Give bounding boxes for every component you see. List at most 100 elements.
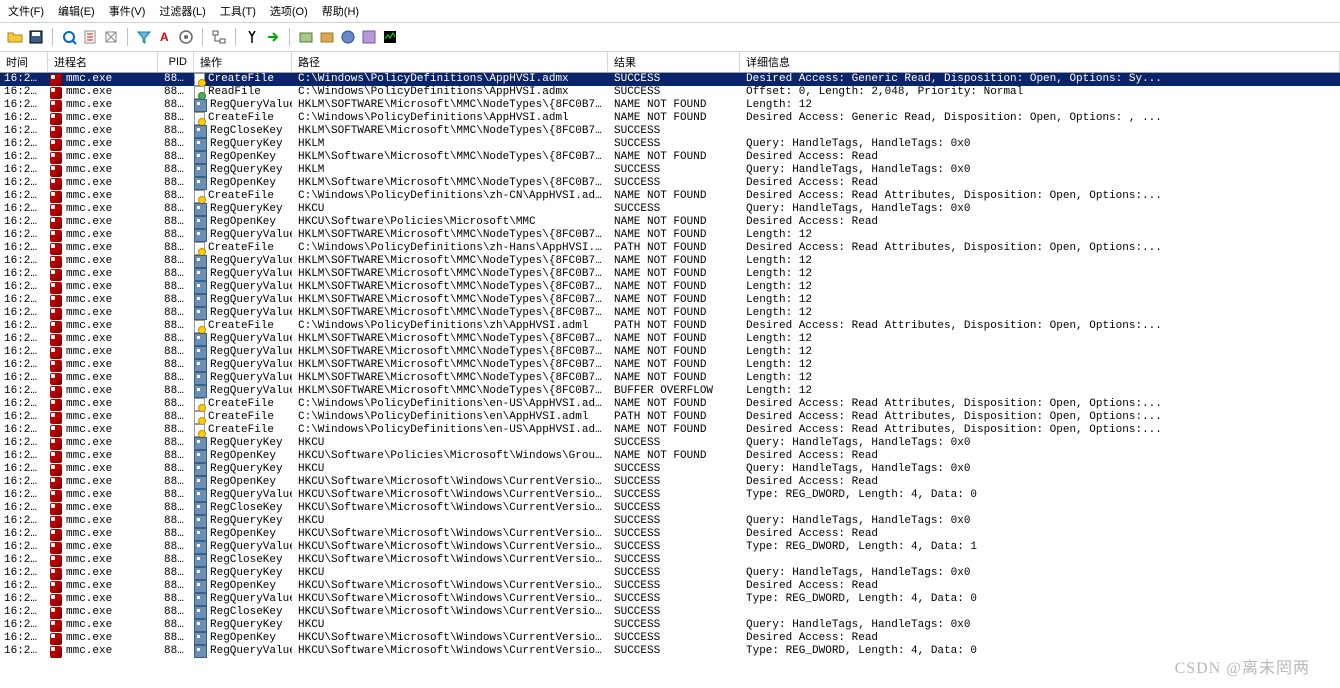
- cell-path: HKCU: [292, 437, 608, 450]
- header-operation[interactable]: 操作: [194, 52, 292, 72]
- table-row[interactable]: 16:2...mmc.exe8852RegOpenKeyHKCU\Softwar…: [0, 476, 1340, 489]
- cell-process: mmc.exe: [48, 567, 158, 580]
- open-icon[interactable]: [6, 28, 24, 46]
- table-row[interactable]: 16:2...mmc.exe8852CreateFileC:\Windows\P…: [0, 424, 1340, 437]
- table-row[interactable]: 16:2...mmc.exe8852RegQueryValueHKCU\Soft…: [0, 541, 1340, 554]
- cell-path: C:\Windows\PolicyDefinitions\zh-CN\AppHV…: [292, 190, 608, 203]
- save-icon[interactable]: [27, 28, 45, 46]
- table-row[interactable]: 16:2...mmc.exe8852RegQueryValueHKLM\SOFT…: [0, 372, 1340, 385]
- profiling-icon[interactable]: [381, 28, 399, 46]
- table-row[interactable]: 16:2...mmc.exe8852RegQueryValueHKLM\SOFT…: [0, 307, 1340, 320]
- header-pid[interactable]: PID: [158, 52, 194, 72]
- cell-result: NAME NOT FOUND: [608, 99, 740, 112]
- clear-icon[interactable]: [102, 28, 120, 46]
- table-row[interactable]: 16:2...mmc.exe8852RegQueryValueHKLM\SOFT…: [0, 229, 1340, 242]
- highlight-icon[interactable]: A: [156, 28, 174, 46]
- menu-file[interactable]: 文件(F): [8, 3, 44, 19]
- header-detail[interactable]: 详细信息: [740, 52, 1340, 72]
- table-row[interactable]: 16:2...mmc.exe8852RegQueryValueHKCU\Soft…: [0, 593, 1340, 606]
- table-row[interactable]: 16:2...mmc.exe8852RegQueryKeyHKCUSUCCESS…: [0, 437, 1340, 450]
- table-row[interactable]: 16:2...mmc.exe8852RegQueryValueHKCU\Soft…: [0, 489, 1340, 502]
- table-row[interactable]: 16:2...mmc.exe8852RegCloseKeyHKCU\Softwa…: [0, 502, 1340, 515]
- table-row[interactable]: 16:2...mmc.exe8852RegQueryValueHKLM\SOFT…: [0, 99, 1340, 112]
- table-row[interactable]: 16:2...mmc.exe8852RegCloseKeyHKCU\Softwa…: [0, 606, 1340, 619]
- table-row[interactable]: 16:2...mmc.exe8852RegQueryKeyHKCUSUCCESS…: [0, 515, 1340, 528]
- cell-process: mmc.exe: [48, 242, 158, 255]
- table-row[interactable]: 16:2...mmc.exe8852RegQueryKeyHKLMSUCCESS…: [0, 138, 1340, 151]
- filter-icon[interactable]: [135, 28, 153, 46]
- table-row[interactable]: 16:2...mmc.exe8852RegQueryKeyHKCUSUCCESS…: [0, 203, 1340, 216]
- table-row[interactable]: 16:2...mmc.exe8852RegQueryValueHKLM\SOFT…: [0, 268, 1340, 281]
- table-row[interactable]: 16:2...mmc.exe8852CreateFileC:\Windows\P…: [0, 242, 1340, 255]
- table-row[interactable]: 16:2...mmc.exe8852CreateFileC:\Windows\P…: [0, 411, 1340, 424]
- header-path[interactable]: 路径: [292, 52, 608, 72]
- process-tree-icon[interactable]: [210, 28, 228, 46]
- file-icon: [194, 73, 205, 86]
- find-icon[interactable]: [243, 28, 261, 46]
- header-result[interactable]: 结果: [608, 52, 740, 72]
- table-row[interactable]: 16:2...mmc.exe8852RegOpenKeyHKCU\Softwar…: [0, 450, 1340, 463]
- cell-detail: Query: HandleTags, HandleTags: 0x0: [740, 567, 1340, 580]
- menu-tools[interactable]: 工具(T): [220, 3, 256, 19]
- include-icon[interactable]: [177, 28, 195, 46]
- process-icon: [50, 490, 62, 502]
- table-row[interactable]: 16:2...mmc.exe8852RegOpenKeyHKLM\Softwar…: [0, 151, 1340, 164]
- cell-operation: RegQueryValue: [194, 255, 292, 268]
- cell-process: mmc.exe: [48, 593, 158, 606]
- table-row[interactable]: 16:2...mmc.exe8852RegQueryValueHKLM\SOFT…: [0, 333, 1340, 346]
- header-process[interactable]: 进程名: [48, 52, 158, 72]
- file-icon: [194, 424, 205, 437]
- event-list[interactable]: 16:2...mmc.exe8852CreateFileC:\Windows\P…: [0, 73, 1340, 688]
- table-row[interactable]: 16:2...mmc.exe8852RegQueryValueHKLM\SOFT…: [0, 346, 1340, 359]
- table-row[interactable]: 16:2...mmc.exe8852RegQueryValueHKLM\SOFT…: [0, 385, 1340, 398]
- cell-detail: Desired Access: Read: [740, 151, 1340, 164]
- table-row[interactable]: 16:2...mmc.exe8852RegOpenKeyHKCU\Softwar…: [0, 580, 1340, 593]
- table-row[interactable]: 16:2...mmc.exe8852RegQueryKeyHKCUSUCCESS…: [0, 463, 1340, 476]
- registry-icon: [194, 645, 207, 658]
- table-row[interactable]: 16:2...mmc.exe8852RegQueryValueHKLM\SOFT…: [0, 359, 1340, 372]
- table-row[interactable]: 16:2...mmc.exe8852RegQueryKeyHKCUSUCCESS…: [0, 567, 1340, 580]
- table-row[interactable]: 16:2...mmc.exe8852RegOpenKeyHKCU\Softwar…: [0, 632, 1340, 645]
- table-row[interactable]: 16:2...mmc.exe8852ReadFileC:\Windows\Pol…: [0, 86, 1340, 99]
- cell-operation: RegCloseKey: [194, 606, 292, 619]
- cell-pid: 8852: [158, 333, 194, 346]
- filesystem-activity-icon[interactable]: [318, 28, 336, 46]
- header-time[interactable]: 时间: [0, 52, 48, 72]
- table-row[interactable]: 16:2...mmc.exe8852CreateFileC:\Windows\P…: [0, 190, 1340, 203]
- network-activity-icon[interactable]: [339, 28, 357, 46]
- registry-icon: [194, 567, 207, 580]
- process-icon: [50, 399, 62, 411]
- registry-activity-icon[interactable]: [297, 28, 315, 46]
- process-activity-icon[interactable]: [360, 28, 378, 46]
- cell-result: SUCCESS: [608, 437, 740, 450]
- table-row[interactable]: 16:2...mmc.exe8852RegQueryValueHKLM\SOFT…: [0, 281, 1340, 294]
- table-row[interactable]: 16:2...mmc.exe8852RegOpenKeyHKCU\Softwar…: [0, 528, 1340, 541]
- menu-help[interactable]: 帮助(H): [322, 3, 359, 19]
- table-row[interactable]: 16:2...mmc.exe8852RegQueryValueHKLM\SOFT…: [0, 255, 1340, 268]
- process-icon: [50, 269, 62, 281]
- jump-icon[interactable]: [264, 28, 282, 46]
- process-icon: [50, 126, 62, 138]
- table-row[interactable]: 16:2...mmc.exe8852CreateFileC:\Windows\P…: [0, 398, 1340, 411]
- menu-filter[interactable]: 过滤器(L): [159, 3, 205, 19]
- cell-operation: RegQueryKey: [194, 619, 292, 632]
- table-row[interactable]: 16:2...mmc.exe8852CreateFileC:\Windows\P…: [0, 73, 1340, 86]
- table-row[interactable]: 16:2...mmc.exe8852RegQueryKeyHKCUSUCCESS…: [0, 619, 1340, 632]
- table-row[interactable]: 16:2...mmc.exe8852RegQueryValueHKLM\SOFT…: [0, 294, 1340, 307]
- table-row[interactable]: 16:2...mmc.exe8852RegQueryKeyHKLMSUCCESS…: [0, 164, 1340, 177]
- table-row[interactable]: 16:2...mmc.exe8852CreateFileC:\Windows\P…: [0, 320, 1340, 333]
- cell-process: mmc.exe: [48, 489, 158, 502]
- table-row[interactable]: 16:2...mmc.exe8852RegCloseKeyHKLM\SOFTWA…: [0, 125, 1340, 138]
- table-row[interactable]: 16:2...mmc.exe8852RegCloseKeyHKCU\Softwa…: [0, 554, 1340, 567]
- menu-edit[interactable]: 编辑(E): [58, 3, 95, 19]
- table-row[interactable]: 16:2...mmc.exe8852RegOpenKeyHKCU\Softwar…: [0, 216, 1340, 229]
- cell-path: C:\Windows\PolicyDefinitions\AppHVSI.adm…: [292, 112, 608, 125]
- table-row[interactable]: 16:2...mmc.exe8852CreateFileC:\Windows\P…: [0, 112, 1340, 125]
- menu-options[interactable]: 选项(O): [270, 3, 308, 19]
- menu-event[interactable]: 事件(V): [109, 3, 146, 19]
- cell-pid: 8852: [158, 476, 194, 489]
- table-row[interactable]: 16:2...mmc.exe8852RegOpenKeyHKLM\Softwar…: [0, 177, 1340, 190]
- autoscroll-icon[interactable]: [81, 28, 99, 46]
- table-row[interactable]: 16:2...mmc.exe8852RegQueryValueHKCU\Soft…: [0, 645, 1340, 658]
- capture-icon[interactable]: [60, 28, 78, 46]
